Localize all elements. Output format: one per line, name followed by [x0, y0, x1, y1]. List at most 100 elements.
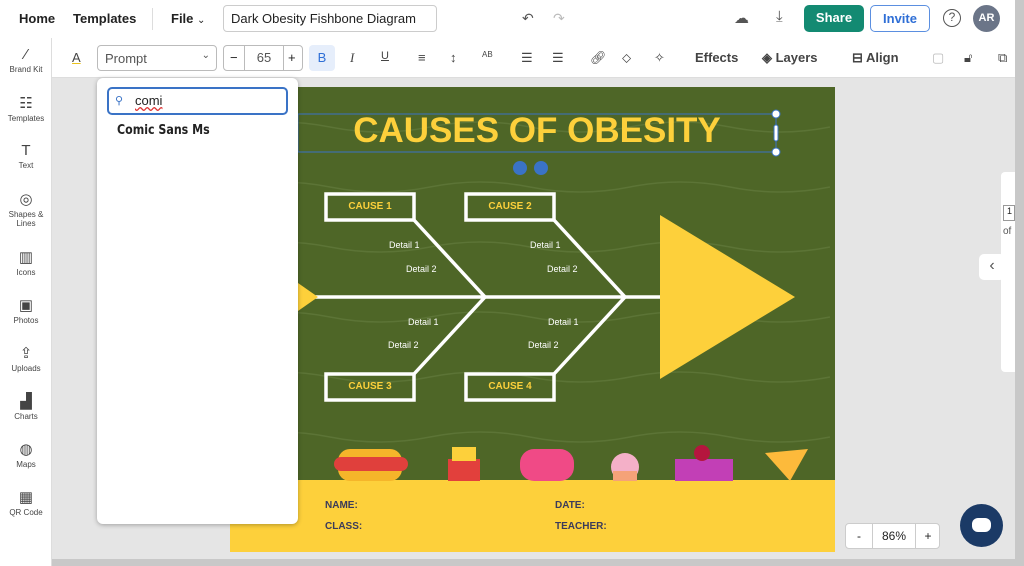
- cause-3-label[interactable]: CAUSE 3: [326, 381, 414, 392]
- align-button[interactable]: ⊟ Align: [852, 50, 899, 66]
- transparency-icon[interactable]: ▢: [932, 50, 944, 66]
- teacher-field-label[interactable]: TEACHER:: [555, 521, 607, 532]
- link-icon[interactable]: 🔗︎: [590, 50, 607, 66]
- letter-spacing-icon[interactable]: AB: [482, 50, 493, 59]
- decrease-size-button[interactable]: −: [230, 50, 238, 65]
- design-canvas[interactable]: CAUSES OF OBESITY CAUSE 1 CAUSE 2 CAUSE …: [230, 87, 835, 552]
- home-link[interactable]: Home: [19, 11, 55, 26]
- name-field-label[interactable]: NAME:: [325, 500, 358, 511]
- share-button[interactable]: Share: [804, 5, 864, 32]
- sidebar-item-maps[interactable]: ◍ Maps: [0, 440, 52, 469]
- shapes-icon: ◎: [19, 191, 33, 208]
- search-icon: ⚲: [115, 95, 124, 107]
- document-title-input[interactable]: Dark Obesity Fishbone Diagram: [223, 5, 437, 32]
- sidebar-item-label: Brand Kit: [9, 65, 43, 74]
- font-family-select[interactable]: Prompt ⌄: [97, 45, 217, 71]
- redo-icon[interactable]: ↷: [553, 10, 565, 27]
- text-color-icon[interactable]: A: [72, 50, 81, 65]
- top-bar: Home Templates File ⌄ Dark Obesity Fishb…: [0, 0, 1024, 38]
- underline-button[interactable]: U: [381, 50, 389, 62]
- sidebar-item-label: Charts: [14, 412, 38, 421]
- detail-label[interactable]: Detail 2: [547, 264, 578, 274]
- align-center-icon[interactable]: ≡: [418, 50, 426, 65]
- page-of-label: of: [1003, 226, 1012, 237]
- line-spacing-icon[interactable]: ↕: [450, 50, 457, 65]
- download-icon[interactable]: ⤓: [776, 8, 783, 25]
- sidebar-item-brand-kit[interactable]: ⁄ Brand Kit: [0, 46, 52, 74]
- sidebar-item-label: Text: [18, 161, 34, 170]
- photo-icon: ▣: [18, 297, 34, 314]
- date-field-label[interactable]: DATE:: [555, 500, 585, 511]
- file-label: File: [171, 11, 194, 26]
- help-icon[interactable]: ?: [943, 9, 961, 27]
- align-icon: ⊟: [852, 50, 867, 65]
- sidebar-item-templates[interactable]: ☷ Templates: [0, 94, 52, 123]
- cause-4-label[interactable]: CAUSE 4: [466, 381, 554, 392]
- duplicate-icon[interactable]: ⧉: [998, 50, 1007, 66]
- font-search-input[interactable]: ⚲ comi: [107, 87, 288, 115]
- tag-icon[interactable]: ⬦: [622, 50, 631, 66]
- sidebar-item-photos[interactable]: ▣ Photos: [0, 296, 52, 325]
- bullet-list-icon[interactable]: ☰: [521, 50, 533, 66]
- diagram-title[interactable]: CAUSES OF OBESITY: [298, 111, 776, 151]
- increase-size-button[interactable]: +: [288, 50, 296, 65]
- cloud-save-icon[interactable]: ☁: [734, 9, 749, 27]
- detail-label[interactable]: Detail 1: [408, 317, 439, 327]
- zoom-in-button[interactable]: +: [915, 524, 940, 548]
- font-size-stepper[interactable]: − 65 +: [223, 45, 303, 71]
- font-family-value: Prompt: [105, 51, 147, 66]
- cause-2-label[interactable]: CAUSE 2: [466, 201, 554, 212]
- page-number-input[interactable]: 1: [1003, 205, 1015, 221]
- zoom-out-button[interactable]: -: [846, 524, 873, 548]
- food-illustrations: [334, 445, 808, 481]
- detail-label[interactable]: Detail 1: [548, 317, 579, 327]
- globe-icon: ◍: [19, 441, 33, 458]
- sparkle-icon[interactable]: ✧: [654, 50, 665, 66]
- text-toolbar: A Prompt ⌄ − 65 + B I U ≡ ↕ AB ☰ ☰ 🔗︎ ⬦ ✧…: [52, 38, 1024, 78]
- undo-icon[interactable]: ↶: [522, 10, 534, 27]
- file-menu[interactable]: File ⌄: [171, 11, 205, 26]
- collapse-panel-button[interactable]: ‹: [979, 254, 1005, 280]
- numbered-list-icon[interactable]: ☰: [552, 50, 564, 66]
- text-icon: T: [21, 142, 31, 159]
- bold-button[interactable]: B: [309, 45, 335, 71]
- magic-wand-icon: ⁄: [24, 46, 28, 63]
- avatar[interactable]: AR: [973, 5, 1000, 32]
- templates-icon: ☷: [19, 95, 33, 112]
- sidebar-item-text[interactable]: T Text: [0, 142, 52, 170]
- layers-button[interactable]: ◈ Layers: [762, 50, 818, 66]
- templates-link[interactable]: Templates: [73, 11, 136, 26]
- invite-button[interactable]: Invite: [870, 5, 930, 32]
- lock-icon[interactable]: 🔓︎: [964, 50, 972, 66]
- layers-icon: ◈: [762, 50, 776, 65]
- class-field-label[interactable]: CLASS:: [325, 521, 362, 532]
- detail-label[interactable]: Detail 2: [406, 264, 437, 274]
- zoom-level[interactable]: 86%: [873, 524, 915, 548]
- font-search-value: comi: [135, 93, 163, 108]
- detail-label[interactable]: Detail 2: [528, 340, 559, 350]
- italic-button[interactable]: I: [350, 50, 354, 66]
- font-size-input[interactable]: 65: [244, 46, 284, 70]
- layers-label: Layers: [775, 50, 818, 65]
- chat-support-button[interactable]: [960, 504, 1003, 547]
- sidebar-item-shapes[interactable]: ◎ Shapes & Lines: [0, 190, 52, 228]
- sidebar-item-label: Maps: [16, 460, 36, 469]
- sidebar-item-icons[interactable]: ▥ Icons: [0, 248, 52, 277]
- sidebar-item-label: Icons: [16, 268, 36, 277]
- effects-button[interactable]: Effects: [695, 50, 738, 65]
- sidebar-item-charts[interactable]: ▟ Charts: [0, 392, 52, 421]
- font-result-item[interactable]: Comic Sans Ms: [117, 123, 210, 138]
- fish-head: [660, 215, 795, 379]
- cause-1-label[interactable]: CAUSE 1: [326, 201, 414, 212]
- sidebar-item-label: QR Code: [9, 508, 43, 517]
- detail-label[interactable]: Detail 2: [388, 340, 419, 350]
- chat-icon: [972, 518, 991, 532]
- sidebar-item-uploads[interactable]: ⇪ Uploads: [0, 344, 52, 373]
- detail-label[interactable]: Detail 1: [530, 240, 561, 250]
- sidebar-item-qr-code[interactable]: ▦ QR Code: [0, 488, 52, 517]
- horizontal-scrollbar[interactable]: [52, 559, 1015, 566]
- qr-icon: ▦: [18, 489, 34, 506]
- detail-label[interactable]: Detail 1: [389, 240, 420, 250]
- sidebar-item-label: Uploads: [11, 364, 41, 373]
- vertical-scrollbar[interactable]: [1015, 0, 1024, 566]
